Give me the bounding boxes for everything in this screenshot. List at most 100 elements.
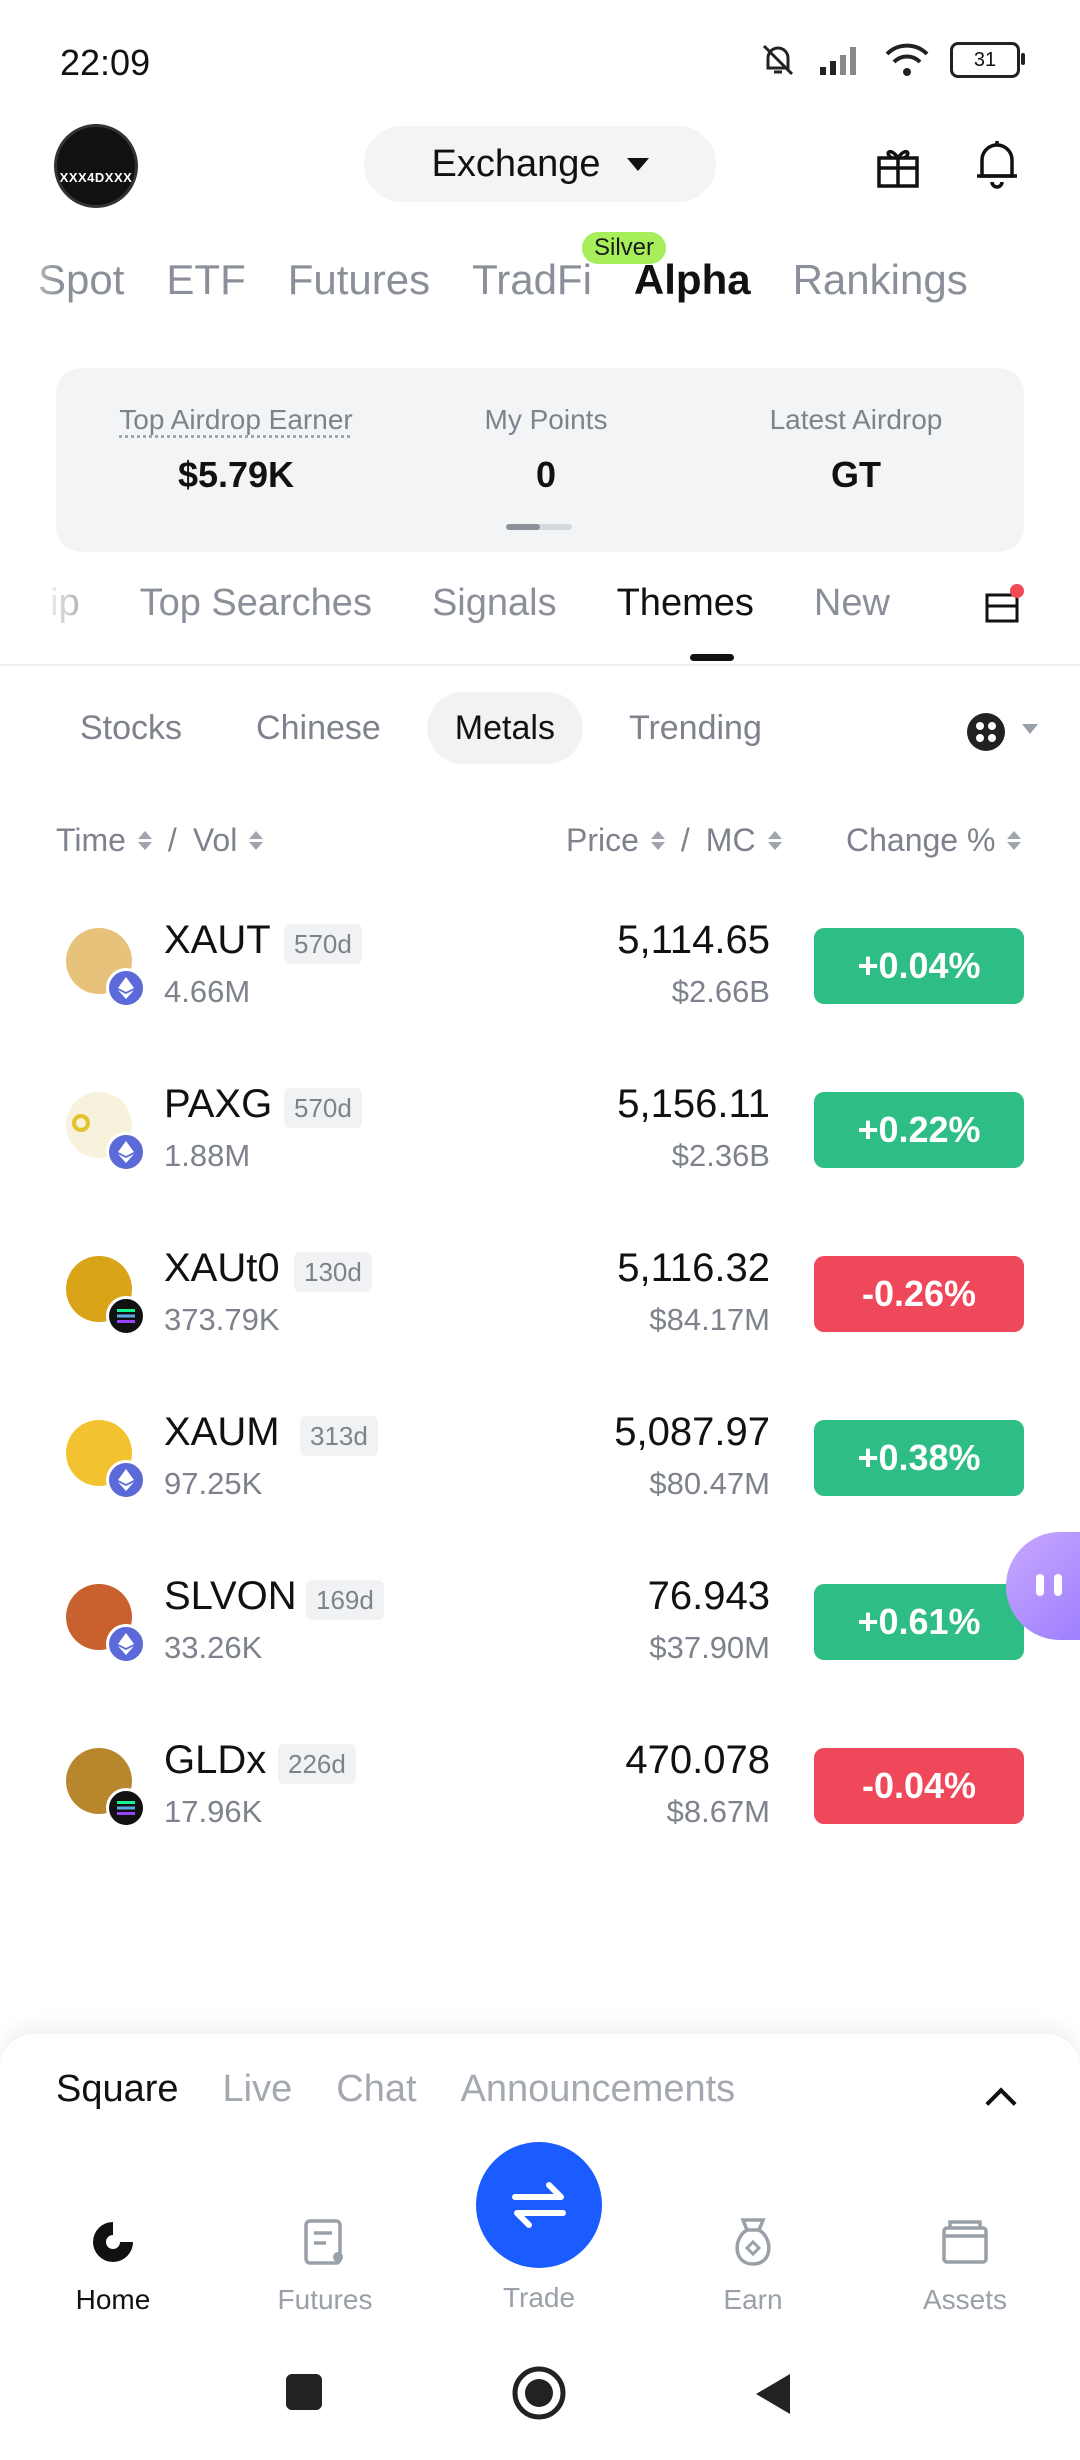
sort-price[interactable]: Price (566, 822, 639, 859)
my-points-value: 0 (535, 454, 557, 495)
token-symbol: SLVON (164, 1574, 297, 1618)
token-market-cap: $8.67M (666, 1794, 770, 1829)
wifi-icon (885, 43, 929, 76)
bell-icon[interactable] (974, 138, 1020, 190)
token-symbol: XAUM (164, 1410, 280, 1454)
feed-tab-chat[interactable]: Chat (336, 2068, 416, 2111)
sort-arrows-icon[interactable] (650, 831, 665, 850)
nav-home-label: Home (75, 2284, 151, 2315)
token-volume: 97.25K (164, 1466, 263, 1501)
token-volume: 4.66M (164, 974, 251, 1009)
column-separator: / (680, 822, 690, 858)
nav-assets-label: Assets (922, 2284, 1008, 2315)
chip-metals[interactable]: Metals (426, 692, 583, 764)
status-time: 22:09 (60, 42, 151, 83)
theme-chips: Stocks Chinese Metals Trending (52, 692, 790, 764)
token-row[interactable]: GLDx 226d 17.96K 470.078 $8.67M -0.04% (0, 1714, 1080, 1878)
caret-down-icon (626, 157, 649, 171)
subtab-new[interactable]: New (814, 582, 890, 625)
token-row[interactable]: XAUM 313d 97.25K 5,087.97 $80.47M +0.38% (0, 1386, 1080, 1550)
sort-arrows-icon[interactable] (249, 831, 264, 850)
gift-icon[interactable] (874, 142, 922, 190)
main-tabs: Spot ETF Futures TradFi Alpha Rankings (38, 256, 1028, 316)
chip-trending[interactable]: Trending (601, 692, 790, 764)
top-airdrop-value: $5.79K (177, 454, 295, 495)
trade-button[interactable] (476, 2142, 602, 2268)
avatar-text: XXX4DXXX (59, 169, 133, 185)
home-icon (93, 2222, 133, 2262)
token-age: 570d (284, 924, 362, 964)
exchange-mode-switch[interactable]: Exchange (364, 126, 716, 202)
nav-futures[interactable]: Futures (240, 2212, 410, 2316)
token-volume: 17.96K (164, 1794, 263, 1829)
subtab-top-searches[interactable]: Top Searches (140, 582, 372, 625)
latest-airdrop-stat[interactable]: Latest Airdrop GT (726, 404, 986, 496)
subtabs-fade-left (40, 576, 100, 642)
change-badge[interactable]: -0.26% (814, 1256, 1024, 1332)
home-button-icon[interactable] (510, 2364, 568, 2422)
back-icon[interactable] (752, 2370, 794, 2418)
tabs-fade-left (0, 250, 60, 320)
change-badge[interactable]: +0.61% (814, 1584, 1024, 1660)
feed-tab-live[interactable]: Live (223, 2068, 293, 2111)
sort-arrows-icon[interactable] (1007, 831, 1022, 850)
subtab-signals[interactable]: Signals (432, 582, 557, 625)
futures-icon (304, 2219, 343, 2265)
token-price: 470.078 (625, 1738, 770, 1782)
change-badge[interactable]: +0.38% (814, 1420, 1024, 1496)
latest-airdrop-label: Latest Airdrop (769, 404, 943, 435)
top-airdrop-stat[interactable]: Top Airdrop Earner $5.79K (106, 404, 366, 496)
token-price: 76.943 (647, 1574, 770, 1618)
token-row[interactable]: PAXG 570d 1.88M 5,156.11 $2.36B +0.22% (0, 1058, 1080, 1222)
token-age: 226d (278, 1744, 356, 1784)
token-row[interactable]: XAUt0 130d 373.79K 5,116.32 $84.17M -0.2… (0, 1222, 1080, 1386)
my-points-stat[interactable]: My Points 0 (436, 404, 656, 496)
token-age: 169d (306, 1580, 384, 1620)
tab-tradfi[interactable]: TradFi (472, 256, 592, 304)
chip-chinese[interactable]: Chinese (228, 692, 409, 764)
feed-tab-announcements[interactable]: Announcements (461, 2068, 736, 2111)
grid-view-icon[interactable] (966, 712, 1006, 752)
sort-arrows-icon[interactable] (767, 831, 782, 850)
feed-tab-square[interactable]: Square (56, 2068, 179, 2111)
nav-home[interactable]: Home (28, 2212, 198, 2316)
my-points-label: My Points (484, 404, 608, 435)
tradfi-silver-badge: Silver (582, 232, 667, 264)
change-badge[interactable]: +0.22% (814, 1092, 1024, 1168)
token-market-cap: $80.47M (649, 1466, 770, 1501)
recent-apps-icon[interactable] (282, 2370, 326, 2414)
swap-arrows-icon (512, 2182, 566, 2228)
nav-earn[interactable]: Earn (668, 2212, 838, 2316)
column-header-left: Time / Vol (56, 822, 264, 859)
divider (0, 664, 1080, 666)
nav-trade-label[interactable]: Trade (476, 2282, 602, 2314)
nav-assets[interactable]: Assets (880, 2212, 1050, 2316)
token-market-cap: $37.90M (649, 1630, 770, 1665)
sort-mc[interactable]: MC (706, 822, 756, 859)
tab-futures[interactable]: Futures (288, 256, 430, 304)
token-price: 5,087.97 (614, 1410, 770, 1454)
ethereum-icon (106, 968, 146, 1008)
tab-etf[interactable]: ETF (166, 256, 245, 304)
caret-down-icon[interactable] (1022, 724, 1038, 734)
column-header-middle: Price / MC (566, 822, 782, 859)
solana-icon (106, 1296, 146, 1336)
latest-airdrop-value: GT (831, 454, 881, 495)
battery-level: 31 (973, 48, 997, 71)
subtab-themes[interactable]: Themes (617, 582, 754, 625)
token-volume: 373.79K (164, 1302, 280, 1337)
change-badge[interactable]: -0.04% (814, 1748, 1024, 1824)
token-row[interactable]: SLVON 169d 33.26K 76.943 $37.90M +0.61% (0, 1550, 1080, 1714)
chip-stocks[interactable]: Stocks (52, 692, 210, 764)
column-header-change: Change % (846, 822, 1022, 859)
avatar[interactable]: XXX4DXXX (54, 124, 138, 208)
sort-time[interactable]: Time (56, 822, 126, 859)
change-badge[interactable]: +0.04% (814, 928, 1024, 1004)
sort-change[interactable]: Change % (846, 822, 995, 859)
tab-rankings[interactable]: Rankings (793, 256, 968, 304)
token-volume: 33.26K (164, 1630, 263, 1665)
sort-vol[interactable]: Vol (193, 822, 237, 859)
token-row[interactable]: XAUT 570d 4.66M 5,114.65 $2.66B +0.04% (0, 894, 1080, 1058)
sort-arrows-icon[interactable] (137, 831, 152, 850)
ethereum-icon (106, 1132, 146, 1172)
